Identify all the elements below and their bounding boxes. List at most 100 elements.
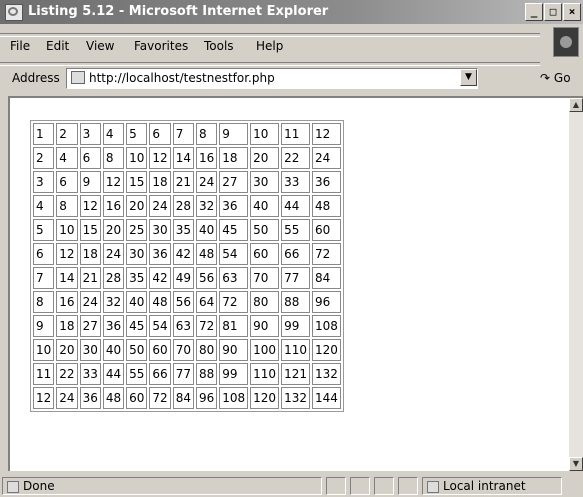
table-cell: 24: [102, 243, 125, 265]
table-cell: 132: [281, 387, 310, 409]
table-cell: 15: [79, 219, 101, 241]
address-input[interactable]: http://localhost/testnestfor.php ▼: [66, 68, 478, 89]
title-bar: Listing 5.12 - Microsoft Internet Explor…: [0, 0, 583, 24]
status-panel: [374, 477, 394, 495]
menu-bar: File Edit View Favorites Tools Help: [0, 36, 540, 58]
go-button[interactable]: ↷ Go: [540, 71, 571, 85]
page-content: 1 2 3 4 5 6 7 8 9 10 11 12 2 4 6 8 10 12 14 16 18 20 22 24 3 6 9 12…: [8, 96, 583, 471]
table-cell: 48: [102, 387, 125, 409]
menu-view[interactable]: View: [86, 39, 114, 53]
table-cell: 45: [126, 315, 148, 337]
table-cell: 24: [311, 147, 341, 169]
menu-favorites[interactable]: Favorites: [134, 39, 188, 53]
table-cell: 21: [79, 267, 101, 289]
table-cell: 100: [250, 339, 280, 361]
local-intranet-icon: [427, 481, 439, 493]
menu-file[interactable]: File: [10, 39, 30, 53]
vertical-scrollbar[interactable]: ▲ ▼: [569, 98, 583, 471]
table-cell: 99: [219, 363, 249, 385]
table-cell: 16: [195, 147, 218, 169]
table-cell: 96: [195, 387, 218, 409]
table-cell: 42: [149, 267, 171, 289]
table-cell: 5: [126, 123, 148, 145]
table-row: 1 2 3 4 5 6 7 8 9 10 11 12: [33, 123, 341, 145]
table-cell: 42: [172, 243, 194, 265]
table-row: 12 24 36 48 60 72 84 96 108 120 132 144: [33, 387, 341, 409]
table-cell: 120: [311, 339, 341, 361]
table-cell: 24: [149, 195, 171, 217]
table-cell: 144: [311, 387, 341, 409]
maximize-button[interactable]: □: [544, 3, 562, 21]
table-cell: 36: [149, 243, 171, 265]
table-cell: 32: [102, 291, 125, 313]
table-cell: 108: [219, 387, 249, 409]
table-row: 10 20 30 40 50 60 70 80 90 100 110 120: [33, 339, 341, 361]
table-cell: 56: [172, 291, 194, 313]
ie-app-icon: [5, 4, 23, 21]
table-cell: 10: [56, 219, 78, 241]
window-controls: _ □ ×: [525, 3, 581, 21]
table-cell: 36: [79, 387, 101, 409]
menu-help[interactable]: Help: [256, 39, 283, 53]
table-cell: 66: [149, 363, 171, 385]
table-cell: 7: [33, 267, 55, 289]
scroll-down-arrow-icon[interactable]: ▼: [569, 457, 583, 471]
table-cell: 12: [311, 123, 341, 145]
table-cell: 72: [195, 315, 218, 337]
address-url[interactable]: http://localhost/testnestfor.php: [89, 71, 275, 85]
page-done-icon: [7, 481, 19, 493]
table-cell: 60: [149, 339, 171, 361]
table-cell: 44: [281, 195, 310, 217]
status-panel: [350, 477, 370, 495]
table-cell: 50: [250, 219, 280, 241]
table-cell: 8: [33, 291, 55, 313]
table-cell: 9: [79, 171, 101, 193]
table-cell: 35: [126, 267, 148, 289]
table-cell: 9: [33, 315, 55, 337]
table-cell: 28: [172, 195, 194, 217]
table-cell: 70: [250, 267, 280, 289]
table-cell: 6: [33, 243, 55, 265]
table-cell: 12: [149, 147, 171, 169]
table-cell: 120: [250, 387, 280, 409]
table-cell: 110: [281, 339, 310, 361]
menu-edit[interactable]: Edit: [46, 39, 69, 53]
status-text: Done: [23, 479, 55, 493]
table-cell: 22: [56, 363, 78, 385]
zone-panel: Local intranet: [422, 477, 562, 495]
table-cell: 12: [79, 195, 101, 217]
table-cell: 70: [172, 339, 194, 361]
table-cell: 7: [172, 123, 194, 145]
status-text-panel: Done: [2, 477, 322, 495]
table-cell: 27: [219, 171, 249, 193]
table-cell: 48: [149, 291, 171, 313]
table-cell: 1: [33, 123, 55, 145]
table-cell: 55: [281, 219, 310, 241]
table-cell: 16: [56, 291, 78, 313]
toolbar-separator: [0, 33, 540, 37]
table-cell: 110: [250, 363, 280, 385]
close-button[interactable]: ×: [563, 3, 581, 21]
table-cell: 6: [149, 123, 171, 145]
table-cell: 10: [250, 123, 280, 145]
table-cell: 27: [79, 315, 101, 337]
table-row: 5 10 15 20 25 30 35 40 45 50 55 60: [33, 219, 341, 241]
table-cell: 18: [149, 171, 171, 193]
table-cell: 14: [172, 147, 194, 169]
scroll-up-arrow-icon[interactable]: ▲: [569, 98, 583, 112]
table-cell: 6: [79, 147, 101, 169]
table-cell: 30: [79, 339, 101, 361]
table-cell: 45: [219, 219, 249, 241]
table-row: 3 6 9 12 15 18 21 24 27 30 33 36: [33, 171, 341, 193]
table-cell: 18: [219, 147, 249, 169]
menu-tools[interactable]: Tools: [204, 39, 234, 53]
table-cell: 55: [126, 363, 148, 385]
table-cell: 22: [281, 147, 310, 169]
table-cell: 63: [172, 315, 194, 337]
table-cell: 36: [219, 195, 249, 217]
minimize-button[interactable]: _: [525, 3, 543, 21]
table-cell: 9: [219, 123, 249, 145]
address-dropdown-button[interactable]: ▼: [460, 69, 477, 86]
table-cell: 60: [250, 243, 280, 265]
table-cell: 90: [250, 315, 280, 337]
